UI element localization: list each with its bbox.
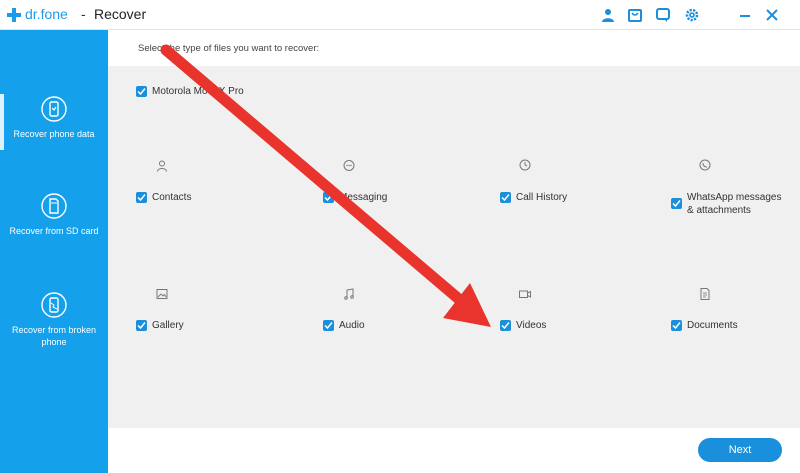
- broken-phone-icon: [41, 292, 67, 318]
- phone-recover-icon: [41, 96, 67, 122]
- message-icon: [342, 159, 356, 173]
- videos-label: Videos: [516, 320, 547, 331]
- video-icon: [518, 287, 532, 301]
- minimize-icon[interactable]: [737, 7, 753, 23]
- select-file-types-prompt: Select the type of files you want to rec…: [138, 43, 320, 54]
- call-history-checkbox[interactable]: [500, 192, 511, 203]
- contacts-checkbox[interactable]: [136, 192, 147, 203]
- sidebar-item-label: Recover from broken phone: [11, 325, 97, 347]
- title-separator: -: [81, 6, 86, 22]
- clock-icon: [518, 158, 532, 172]
- messaging-checkbox[interactable]: [323, 192, 334, 203]
- audio-label: Audio: [339, 320, 365, 331]
- videos-checkbox[interactable]: [500, 320, 511, 331]
- documents-label: Documents: [687, 320, 738, 331]
- contacts-label: Contacts: [152, 192, 192, 203]
- file-type-panel: Motorola Moto X Pro Contacts Messaging C…: [108, 66, 800, 428]
- next-button[interactable]: Next: [698, 438, 782, 462]
- footer: Next: [108, 428, 800, 473]
- sidebar-item-label: Recover from SD card: [9, 226, 99, 236]
- sd-card-icon: [41, 193, 67, 219]
- image-icon: [155, 287, 169, 301]
- sidebar-item-recover-sd-card[interactable]: Recover from SD card: [0, 193, 108, 237]
- main-header: Select the type of files you want to rec…: [108, 30, 800, 66]
- account-icon[interactable]: [600, 7, 616, 23]
- cart-icon[interactable]: [627, 7, 643, 23]
- document-icon: [698, 287, 712, 301]
- gallery-label: Gallery: [152, 320, 184, 331]
- messaging-label: Messaging: [339, 192, 388, 203]
- brand-name: dr.fone: [25, 6, 68, 22]
- whatsapp-icon: [698, 158, 712, 172]
- sidebar-item-label: Recover phone data: [13, 129, 95, 139]
- device-name-label: Motorola Moto X Pro: [152, 86, 244, 97]
- feedback-icon[interactable]: [655, 7, 671, 23]
- gallery-checkbox[interactable]: [136, 320, 147, 331]
- title-bar: dr.fone - Recover: [0, 0, 800, 30]
- whatsapp-checkbox[interactable]: [671, 198, 682, 209]
- close-icon[interactable]: [764, 7, 780, 23]
- drfone-logo-icon: [7, 8, 21, 22]
- audio-checkbox[interactable]: [323, 320, 334, 331]
- music-note-icon: [342, 287, 356, 301]
- documents-checkbox[interactable]: [671, 320, 682, 331]
- sidebar: Recover phone data Recover from SD card …: [0, 30, 108, 473]
- call-history-label: Call History: [516, 192, 568, 203]
- select-all-checkbox[interactable]: [136, 86, 147, 97]
- sidebar-item-recover-broken-phone[interactable]: Recover from broken phone: [0, 292, 108, 348]
- person-icon: [155, 159, 169, 173]
- whatsapp-label: WhatsApp messages & attachments: [687, 192, 782, 216]
- settings-gear-icon[interactable]: [684, 7, 700, 23]
- sidebar-item-recover-phone-data[interactable]: Recover phone data: [0, 96, 108, 140]
- window-title: Recover: [94, 6, 147, 22]
